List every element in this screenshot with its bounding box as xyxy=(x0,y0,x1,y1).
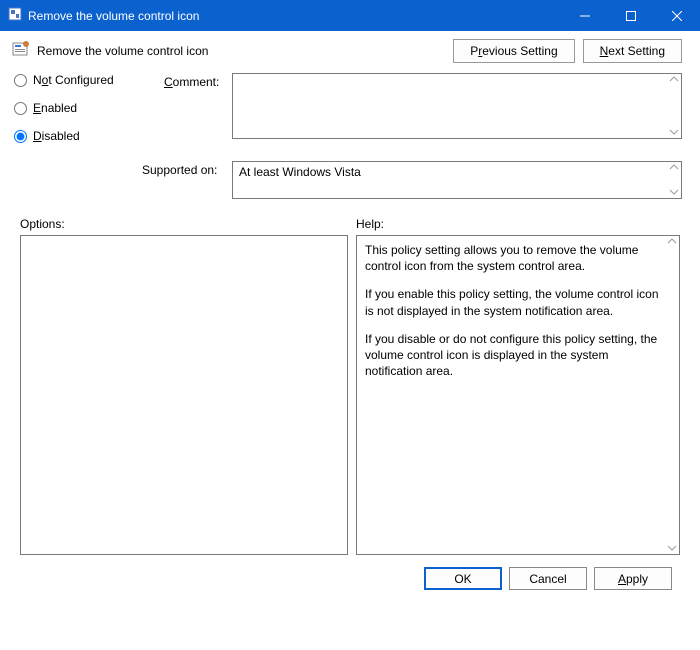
help-panel: This policy setting allows you to remove… xyxy=(356,235,680,555)
window-icon xyxy=(8,7,22,24)
titlebar: Remove the volume control icon xyxy=(0,0,700,31)
radio-disabled[interactable]: Disabled xyxy=(14,129,164,143)
comment-textarea[interactable] xyxy=(232,73,682,139)
supported-on-value: At least Windows Vista xyxy=(239,165,361,179)
next-setting-button[interactable]: Next Setting xyxy=(583,39,682,63)
ok-button[interactable]: OK xyxy=(424,567,502,590)
radio-not-configured[interactable]: Not Configured xyxy=(14,73,164,87)
window-title: Remove the volume control icon xyxy=(28,9,199,23)
policy-icon xyxy=(12,40,30,63)
help-text: If you disable or do not configure this … xyxy=(365,331,659,380)
options-panel xyxy=(20,235,348,555)
comment-label: Comment: xyxy=(164,73,232,143)
close-button[interactable] xyxy=(654,0,700,31)
supported-on-field: At least Windows Vista xyxy=(232,161,682,199)
scroll-arrows-icon xyxy=(669,164,679,196)
page-title: Remove the volume control icon xyxy=(37,44,208,58)
cancel-button[interactable]: Cancel xyxy=(509,567,587,590)
help-label: Help: xyxy=(356,217,384,231)
previous-setting-button[interactable]: Previous Setting xyxy=(453,39,574,63)
scroll-arrows-icon xyxy=(669,76,679,136)
help-text: This policy setting allows you to remove… xyxy=(365,242,659,274)
supported-on-label: Supported on: xyxy=(142,161,232,199)
state-radio-group: Not Configured Enabled Disabled xyxy=(14,73,164,143)
help-text: If you enable this policy setting, the v… xyxy=(365,286,659,318)
minimize-button[interactable] xyxy=(562,0,608,31)
scroll-arrows-icon xyxy=(667,238,677,552)
options-label: Options: xyxy=(20,217,356,231)
maximize-button[interactable] xyxy=(608,0,654,31)
apply-button[interactable]: Apply xyxy=(594,567,672,590)
radio-enabled[interactable]: Enabled xyxy=(14,101,164,115)
